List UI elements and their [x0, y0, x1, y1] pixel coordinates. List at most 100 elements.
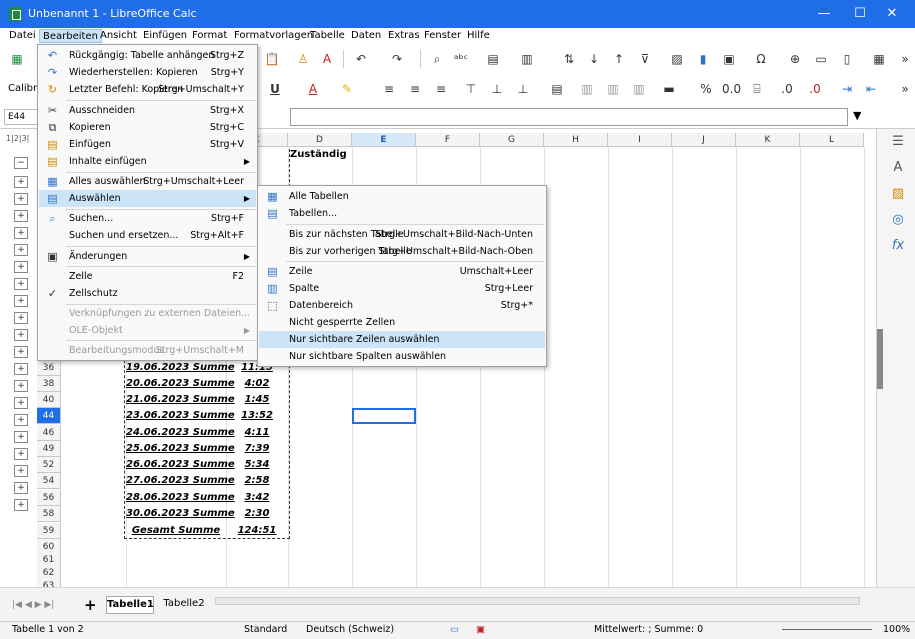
formula-input[interactable]: [290, 108, 848, 126]
submenu-data-range[interactable]: ⬚ Datenbereich Strg+*: [259, 297, 545, 314]
sort-ascending-icon[interactable]: ↓: [585, 50, 603, 68]
outline-expand-button[interactable]: +: [14, 193, 28, 205]
menu-copy[interactable]: ⧉ Kopieren Strg+C: [39, 119, 256, 136]
menu-track-changes[interactable]: ▣ Änderungen ▶: [39, 248, 256, 265]
outline-expand-button[interactable]: +: [14, 295, 28, 307]
font-color-icon[interactable]: A: [304, 80, 322, 98]
column-header-f[interactable]: F: [416, 133, 480, 147]
menu-find-replace[interactable]: Suchen und ersetzen... Strg+Alt+F: [39, 227, 256, 244]
submenu-row[interactable]: ▤ Zeile Umschalt+Leer: [259, 263, 545, 280]
menu-fenster[interactable]: Fenster: [421, 29, 464, 43]
menu-cell[interactable]: Zelle F2: [39, 268, 256, 285]
toolbar2-overflow-icon[interactable]: »: [896, 80, 914, 98]
menu-einfuegen[interactable]: Einfügen: [140, 29, 190, 43]
toolbar-overflow-icon[interactable]: »: [896, 50, 914, 68]
row-header-selected[interactable]: 44: [37, 408, 61, 424]
cell-d1[interactable]: Zuständig: [290, 149, 347, 160]
menu-daten[interactable]: Daten: [348, 29, 384, 43]
submenu-visible-columns[interactable]: Nur sichtbare Spalten auswählen: [259, 348, 545, 365]
outline-expand-button[interactable]: +: [14, 210, 28, 222]
cell-b-label[interactable]: 20.06.2023 Summe: [126, 376, 235, 392]
row-header[interactable]: 58: [37, 506, 61, 522]
outline-expand-button[interactable]: +: [14, 397, 28, 409]
align-middle-icon[interactable]: ⊥: [488, 80, 506, 98]
unmerge-cells-icon[interactable]: ▥: [604, 80, 622, 98]
name-box[interactable]: E44: [4, 109, 38, 125]
increase-indent-icon[interactable]: ⇥: [838, 80, 856, 98]
menu-hilfe[interactable]: Hilfe: [464, 29, 493, 43]
headers-footers-icon[interactable]: ▯: [838, 50, 856, 68]
menu-ansicht[interactable]: Ansicht: [97, 29, 140, 43]
sidebar-collapse-handle[interactable]: [877, 329, 883, 389]
outline-expand-button[interactable]: +: [14, 431, 28, 443]
cell-b-total-label[interactable]: Gesamt Summe: [126, 523, 226, 539]
submenu-next-sheet[interactable]: Bis zur nächsten Tabelle Strg+Umschalt+Bi…: [259, 226, 545, 243]
menu-cut[interactable]: ✂ Ausschneiden Strg+X: [39, 102, 256, 119]
outline-expand-button[interactable]: +: [14, 499, 28, 511]
submenu-sheets[interactable]: ▤ Tabellen...: [259, 205, 545, 222]
outline-expand-button[interactable]: +: [14, 176, 28, 188]
cell-b-label[interactable]: 28.06.2023 Summe: [126, 490, 235, 506]
row-header[interactable]: 46: [37, 425, 61, 441]
align-right-icon[interactable]: ≡: [432, 80, 450, 98]
comment-icon[interactable]: ▭: [812, 50, 830, 68]
cell-b-label[interactable]: 23.06.2023 Summe: [126, 408, 235, 424]
menu-cell-protection[interactable]: ✓ Zellschutz: [39, 285, 256, 302]
cell-b-label[interactable]: 30.06.2023 Summe: [126, 506, 235, 522]
cell-c-total-value[interactable]: 124:51: [226, 523, 288, 539]
align-center-icon[interactable]: ≡: [406, 80, 424, 98]
clear-formatting-icon[interactable]: A: [318, 50, 336, 68]
row-header[interactable]: 38: [37, 376, 61, 392]
find-replace-icon[interactable]: ⌕: [428, 50, 446, 68]
cell-b-label[interactable]: 25.06.2023 Summe: [126, 441, 235, 457]
chart-icon[interactable]: ▮: [694, 50, 712, 68]
row-icon[interactable]: ▤: [484, 50, 502, 68]
sidebar-styles-icon[interactable]: A: [889, 159, 907, 177]
menu-formatvorlagen[interactable]: Formatvorlagen: [231, 29, 316, 43]
merge-cells-icon[interactable]: ▥: [578, 80, 596, 98]
percent-format-icon[interactable]: %: [697, 80, 715, 98]
outline-expand-button[interactable]: +: [14, 346, 28, 358]
cell-c-value[interactable]: 2:30: [226, 506, 288, 522]
cell-c-value[interactable]: 4:11: [226, 425, 288, 441]
menu-select[interactable]: ▤ Auswählen ▶: [39, 190, 256, 207]
spelling-icon[interactable]: ᵃᵇᶜ: [452, 50, 470, 68]
status-language[interactable]: Deutsch (Schweiz): [306, 622, 394, 638]
column-header-h[interactable]: H: [544, 133, 608, 147]
row-header[interactable]: 63: [37, 578, 61, 587]
row-header[interactable]: 40: [37, 392, 61, 408]
sort-descending-icon[interactable]: ↑: [610, 50, 628, 68]
sheet-tab-tabelle2[interactable]: Tabelle2: [160, 596, 208, 614]
menu-repeat[interactable]: ↻ Letzter Befehl: Kopieren Strg+Umschalt+Y: [39, 81, 256, 98]
close-button[interactable]: ✕: [869, 0, 915, 28]
image-icon[interactable]: ▨: [668, 50, 686, 68]
clone-formatting-icon[interactable]: ♙: [294, 50, 312, 68]
outline-expand-button[interactable]: +: [14, 363, 28, 375]
menu-select-all[interactable]: ▦ Alles auswählen Strg+Umschalt+Leer: [39, 173, 256, 190]
column-header-d[interactable]: D: [288, 133, 352, 147]
row-header[interactable]: 54: [37, 473, 61, 489]
cell-c-value[interactable]: 3:42: [226, 490, 288, 506]
highlight-icon[interactable]: ✎: [338, 80, 356, 98]
hyperlink-icon[interactable]: ⊕: [786, 50, 804, 68]
special-character-icon[interactable]: Ω: [752, 50, 770, 68]
number-format-icon[interactable]: 0.0: [722, 80, 741, 98]
date-format-icon[interactable]: ⌸: [748, 80, 766, 98]
submenu-visible-rows[interactable]: Nur sichtbare Zeilen auswählen: [259, 331, 545, 348]
cell-b-label[interactable]: 24.06.2023 Summe: [126, 425, 235, 441]
status-zoom[interactable]: 100%: [883, 622, 910, 638]
row-header[interactable]: 56: [37, 490, 61, 506]
menu-find[interactable]: ⌕ Suchen... Strg+F: [39, 210, 256, 227]
outline-expand-button[interactable]: +: [14, 380, 28, 392]
autofilter-icon[interactable]: ⊽: [636, 50, 654, 68]
sheet-navigation-icons[interactable]: |◀ ◀ ▶ ▶|: [12, 600, 54, 610]
row-header[interactable]: 36: [37, 360, 61, 376]
cell-c-value[interactable]: 7:39: [226, 441, 288, 457]
submenu-all-sheets[interactable]: ▦ Alle Tabellen: [259, 188, 545, 205]
sheet-tab-tabelle1[interactable]: Tabelle1: [106, 596, 154, 614]
row-header[interactable]: 52: [37, 457, 61, 473]
new-document-icon[interactable]: ▦: [8, 50, 26, 68]
undo-icon[interactable]: ↶: [352, 50, 370, 68]
outline-expand-button[interactable]: +: [14, 227, 28, 239]
row-header[interactable]: 49: [37, 441, 61, 457]
